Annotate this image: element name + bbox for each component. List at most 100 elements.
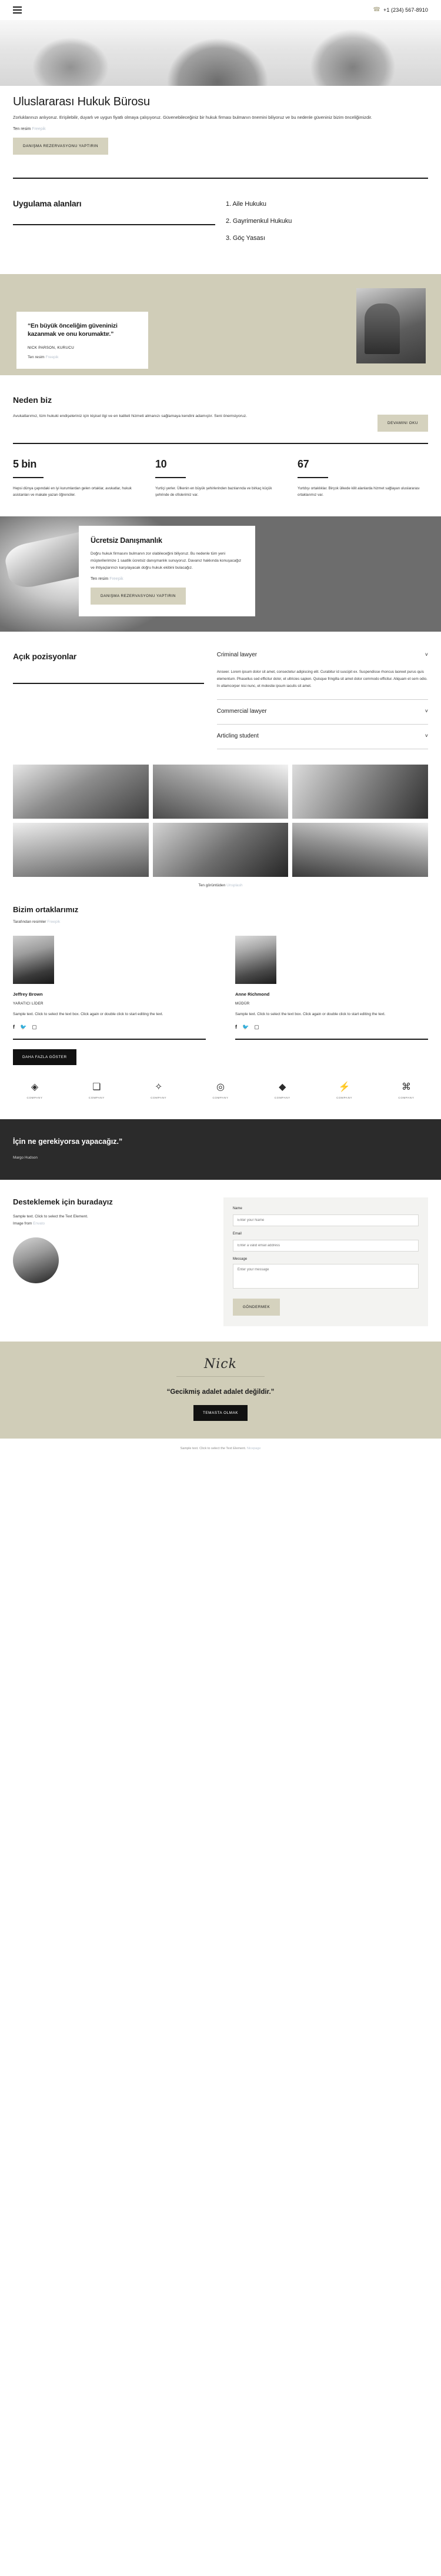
logo-caption: COMPANY <box>88 1096 105 1099</box>
instagram-icon[interactable]: ▢ <box>254 1024 259 1030</box>
practice-areas-heading-col: Uygulama alanları <box>13 199 215 252</box>
chevron-down-icon[interactable]: ˅ <box>425 709 428 714</box>
practice-areas-title: Uygulama alanları <box>13 198 82 208</box>
team-member-card: Anne Richmond MÜDÜR Sample text. Click t… <box>235 936 428 1040</box>
contact-form: Name Email Message GÖNDERMEK <box>223 1197 428 1326</box>
credit-label: Ten resim <box>28 355 45 360</box>
get-in-touch-button[interactable]: TEMASTA OLMAK <box>193 1404 248 1421</box>
twitter-icon[interactable]: 🐦 <box>20 1024 26 1030</box>
contact-sample-text: Sample text. Click to select the Text El… <box>13 1214 88 1219</box>
divider <box>155 476 186 478</box>
accordion-header[interactable]: Articling student ˅ <box>217 733 428 742</box>
email-input[interactable] <box>232 1239 419 1252</box>
divider <box>13 476 44 478</box>
credit-label: Tarafından resimler <box>13 920 46 925</box>
logo-caption: COMPANY <box>151 1096 167 1099</box>
closing-quote: “Gecikmiş adalet adalet değildir.” <box>166 1388 275 1396</box>
partners-credit: Tarafından resimler Freepik <box>13 920 428 924</box>
practice-areas-list: 1. Aile Hukuku 2. Gayrimenkul Hukuku 3. … <box>226 199 428 252</box>
credit-link[interactable]: Unsplash <box>226 883 243 887</box>
avatar <box>235 936 276 985</box>
hamburger-menu-icon[interactable] <box>13 6 22 14</box>
phone-link[interactable]: ☎ +1 (234) 567-8910 <box>373 6 428 14</box>
facebook-icon[interactable]: f <box>13 1024 15 1030</box>
gallery-credit: Ten görüntüden Unsplash <box>0 877 441 887</box>
partners-section: Bizim ortaklarımız Tarafından resimler F… <box>0 887 441 1040</box>
accordion-label: Articling student <box>216 733 259 740</box>
stat-number: 5 bin <box>13 458 37 470</box>
accordion-header[interactable]: Criminal lawyer ˅ <box>217 652 428 660</box>
footer-link[interactable]: Nicepage <box>247 1447 261 1450</box>
divider <box>176 1376 265 1377</box>
member-name: Anne Richmond <box>235 992 270 997</box>
credit-link[interactable]: Freepik <box>32 127 45 131</box>
accordion-item-commercial-lawyer[interactable]: Commercial lawyer ˅ <box>217 700 428 717</box>
credit-link[interactable]: Freepik <box>109 577 123 581</box>
member-description: Sample text. Click to select the text bo… <box>235 1012 386 1017</box>
instagram-icon[interactable]: ▢ <box>32 1024 37 1030</box>
consultation-image-credit: Ten resim Freepik <box>91 577 243 581</box>
chevron-down-icon[interactable]: ˅ <box>425 733 428 739</box>
accordion-header[interactable]: Commercial lawyer ˅ <box>217 708 428 717</box>
hero-cta-button[interactable]: DANIŞMA REZERVASYONU YAPTIRIN <box>13 137 109 155</box>
bolt-icon: ⚡ <box>338 1082 350 1092</box>
list-item: 2. Gayrimenkul Hukuku <box>226 217 292 225</box>
credit-link[interactable]: Freepik <box>47 920 60 924</box>
chevron-down-icon[interactable]: ˅ <box>425 652 428 658</box>
image-gallery <box>0 749 441 877</box>
message-field-wrap: Message <box>232 1257 419 1292</box>
contact-image-link[interactable]: Envato <box>33 1222 45 1226</box>
footer-text: Sample text. Click to select the Text El… <box>180 1446 246 1450</box>
credit-link[interactable]: Freepik <box>45 355 58 359</box>
consultation-description: Doğru hukuk firmasını bulmanın zor olabi… <box>91 551 242 570</box>
founder-quote-section: “En büyük önceliğim güveninizi kazanmak … <box>0 273 441 375</box>
gallery-image <box>292 765 428 819</box>
free-consultation-section: Ücretsiz Danışmanlık Doğru hukuk firması… <box>0 516 441 632</box>
name-input[interactable] <box>232 1214 419 1226</box>
read-more-button[interactable]: DEVAMINI OKU <box>377 414 428 432</box>
show-more-button[interactable]: DAHA FAZLA GÖSTER <box>13 1049 76 1065</box>
page-title: Uluslararası Hukuk Bürosu <box>13 95 150 108</box>
client-logo: ❏ COMPANY <box>78 1082 115 1099</box>
team-member-card: Jeffrey Brown YARATICI LİDER Sample text… <box>13 936 206 1040</box>
email-label: Email <box>232 1232 242 1236</box>
accordion-item-articling-student[interactable]: Articling student ˅ <box>217 725 428 742</box>
diamond-icon: ◈ <box>31 1082 39 1092</box>
team-grid: Jeffrey Brown YARATICI LİDER Sample text… <box>13 936 428 1040</box>
hero-image-credit: Ten resim Freepik <box>13 127 428 131</box>
dark-quote-section: İçin ne gerekiyorsa yapacağız.” Margo Hu… <box>0 1119 441 1180</box>
open-positions-section: Açık pozisyonlar Criminal lawyer ˅ Answe… <box>0 632 441 750</box>
logo-caption: COMPANY <box>336 1096 353 1099</box>
logo-caption: COMPANY <box>212 1096 229 1099</box>
credit-label: Ten resim <box>91 576 109 581</box>
footer: Sample text. Click to select the Text El… <box>0 1439 441 1460</box>
divider <box>13 682 204 684</box>
client-logo: ⚡ COMPANY <box>326 1082 363 1099</box>
contact-title: Desteklemek için buradayız <box>13 1197 113 1206</box>
divider <box>298 476 328 478</box>
open-positions-title: Açık pozisyonlar <box>13 651 77 661</box>
contact-section: Desteklemek için buradayız Sample text. … <box>0 1180 441 1326</box>
gallery-image <box>13 823 149 877</box>
message-input[interactable] <box>232 1263 419 1289</box>
submit-button[interactable]: GÖNDERMEK <box>232 1298 280 1316</box>
stat-item: 67 Yurtdışı ortaklıklar. Birçok ülkede k… <box>298 458 428 499</box>
avatar <box>13 936 54 985</box>
facebook-icon[interactable]: f <box>235 1024 237 1030</box>
twitter-icon[interactable]: 🐦 <box>242 1024 249 1030</box>
member-name: Jeffrey Brown <box>13 992 43 997</box>
consultation-cta-button[interactable]: DANIŞMA REZERVASYONU YAPTIRIN <box>91 587 186 605</box>
contact-info-col: Desteklemek için buradayız Sample text. … <box>13 1197 208 1326</box>
accordion-label: Criminal lawyer <box>216 651 258 658</box>
stat-description: Yurtdışı ortaklıklar. Birçok ülkede kili… <box>298 486 420 498</box>
phone-icon: ☎ <box>373 6 380 13</box>
accordion-label: Commercial lawyer <box>216 708 267 715</box>
divider <box>13 1038 206 1040</box>
accordion-item-criminal-lawyer[interactable]: Criminal lawyer ˅ Answer. Lorem ipsum do… <box>217 652 428 699</box>
member-role: YARATICI LİDER <box>13 1002 44 1006</box>
top-bar: ☎ +1 (234) 567-8910 <box>0 0 441 20</box>
open-positions-heading-col: Açık pozisyonlar <box>13 652 204 749</box>
divider <box>235 1038 428 1040</box>
gallery-image <box>13 765 149 819</box>
social-links: f 🐦 ▢ <box>13 1024 206 1030</box>
